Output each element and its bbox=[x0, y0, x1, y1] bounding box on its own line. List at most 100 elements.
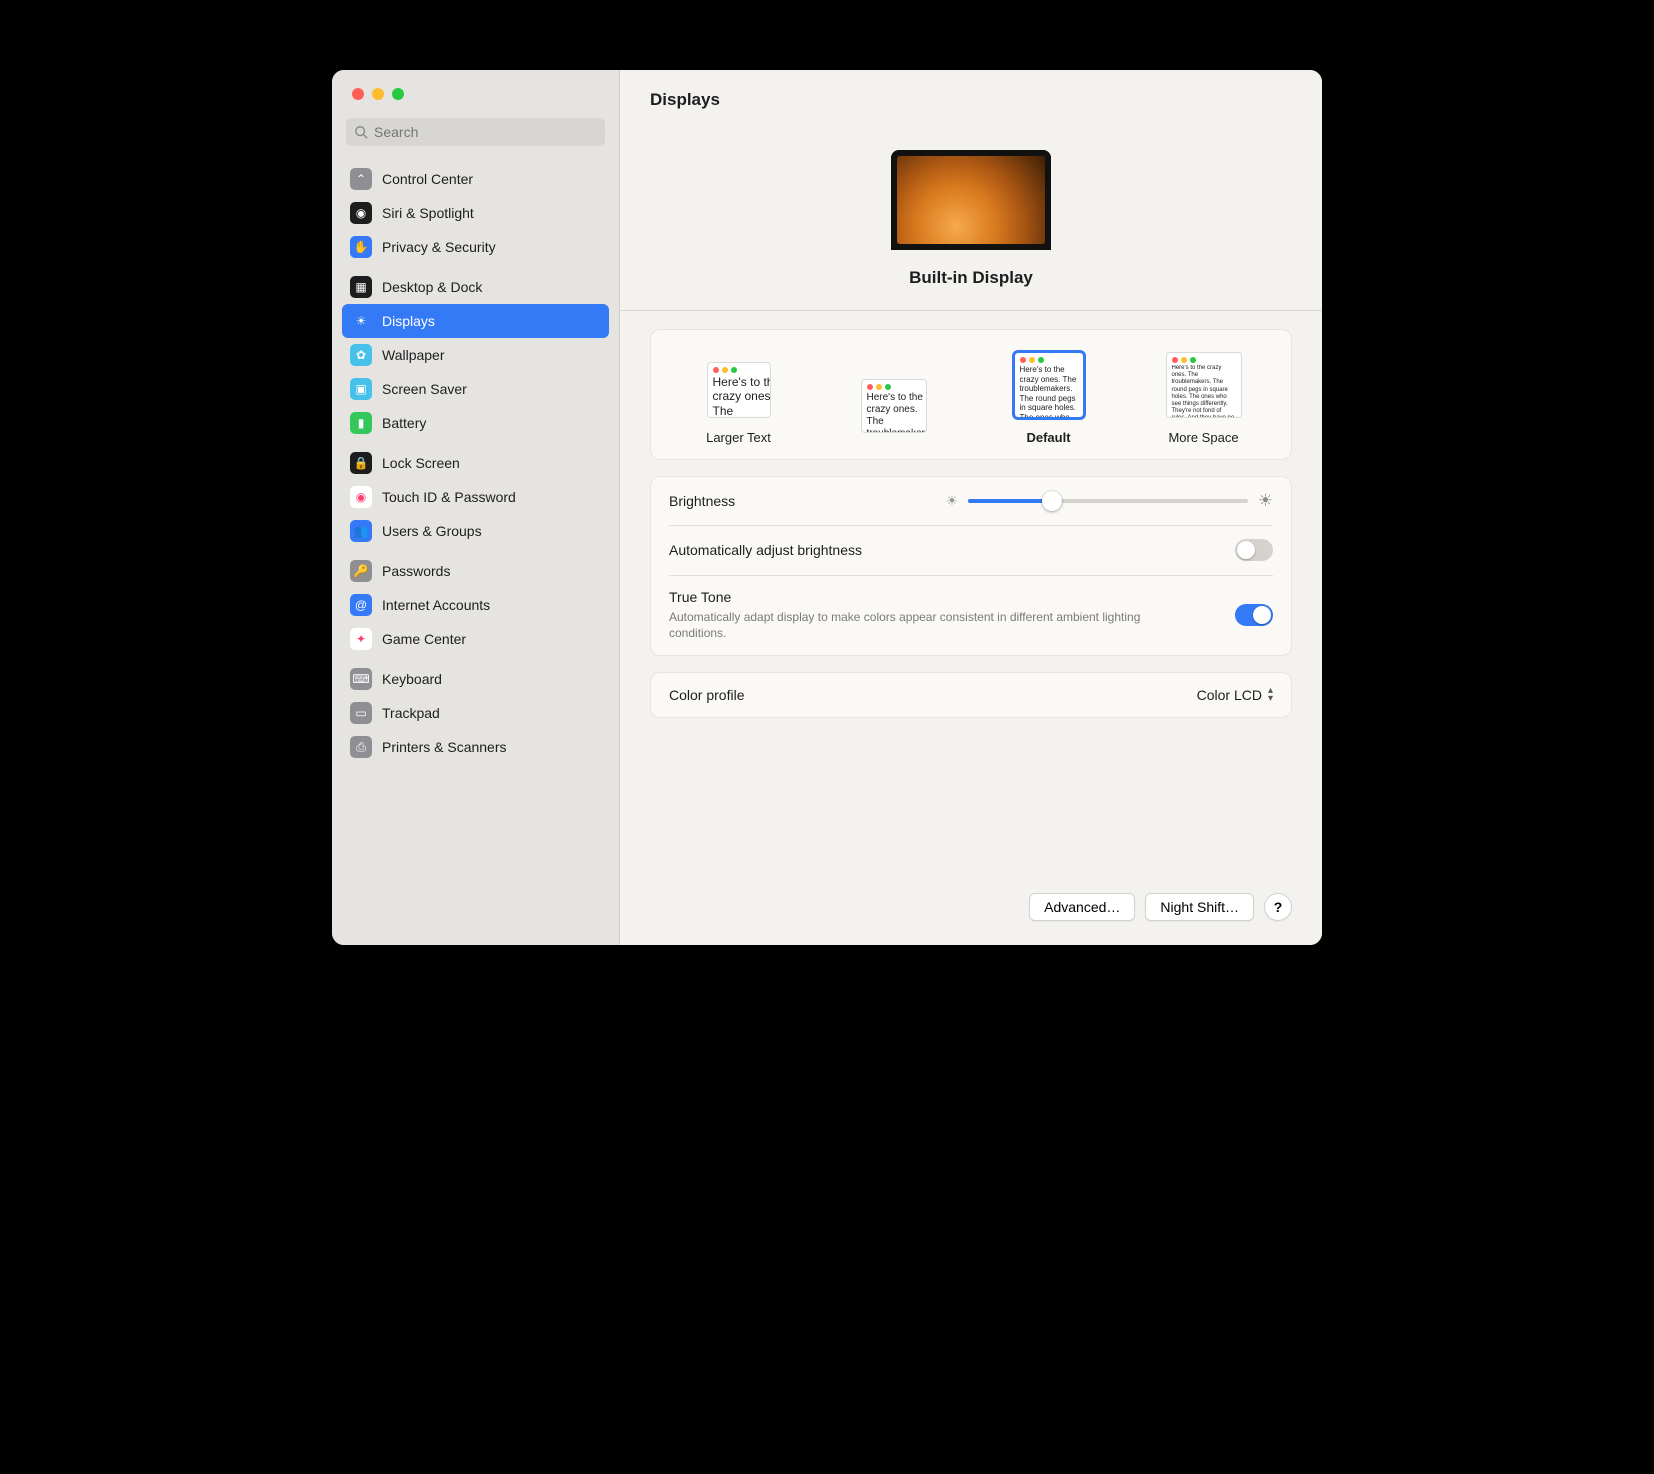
sidebar-item-label: Lock Screen bbox=[382, 455, 460, 471]
key-icon: 🔑 bbox=[350, 560, 372, 582]
sidebar-item-label: Users & Groups bbox=[382, 523, 482, 539]
sidebar-item-label: Control Center bbox=[382, 171, 473, 187]
sidebar-item-screen-saver[interactable]: ▣ Screen Saver bbox=[342, 372, 609, 406]
sidebar-item-siri-spotlight[interactable]: ◉ Siri & Spotlight bbox=[342, 196, 609, 230]
resolution-option-2[interactable]: Here's to the crazy ones. The troublemak… bbox=[971, 352, 1126, 445]
gamecenter-icon: ✦ bbox=[350, 628, 372, 650]
resolution-thumb-icon: Here's to the crazy ones. The troublemak… bbox=[707, 362, 771, 418]
sidebar-item-label: Desktop & Dock bbox=[382, 279, 482, 295]
resolution-option-label: Larger Text bbox=[661, 430, 816, 445]
sidebar-item-touch-id-password[interactable]: ◉ Touch ID & Password bbox=[342, 480, 609, 514]
search-field[interactable] bbox=[346, 118, 605, 146]
resolution-option-3[interactable]: Here's to the crazy ones. The troublemak… bbox=[1126, 352, 1281, 445]
printer-icon: ⎙ bbox=[350, 736, 372, 758]
sidebar-item-label: Displays bbox=[382, 313, 435, 329]
laptop-icon bbox=[891, 150, 1051, 250]
page-title: Displays bbox=[620, 70, 1322, 120]
sidebar-item-label: Wallpaper bbox=[382, 347, 445, 363]
color-profile-card: Color profile Color LCD ▴▾ bbox=[650, 672, 1292, 718]
screensaver-icon: ▣ bbox=[350, 378, 372, 400]
minimize-window-button[interactable] bbox=[372, 88, 384, 100]
search-input[interactable] bbox=[374, 124, 597, 140]
color-profile-value: Color LCD bbox=[1197, 687, 1262, 703]
night-shift-button[interactable]: Night Shift… bbox=[1145, 893, 1254, 921]
resolution-thumb-icon: Here's to the crazy ones. The troublemak… bbox=[1166, 352, 1242, 418]
fingerprint-icon: ◉ bbox=[350, 486, 372, 508]
window-controls bbox=[332, 70, 619, 100]
resolution-option-label: Default bbox=[971, 430, 1126, 445]
sidebar-item-displays[interactable]: ☀ Displays bbox=[342, 304, 609, 338]
sidebar-item-users-groups[interactable]: 👥 Users & Groups bbox=[342, 514, 609, 548]
zoom-window-button[interactable] bbox=[392, 88, 404, 100]
sidebar-item-label: Printers & Scanners bbox=[382, 739, 507, 755]
brightness-card: Brightness ☀ ☀ Automatically adjust brig… bbox=[650, 476, 1292, 656]
sidebar-item-desktop-dock[interactable]: ▦ Desktop & Dock bbox=[342, 270, 609, 304]
sidebar-item-label: Siri & Spotlight bbox=[382, 205, 474, 221]
footer-buttons: Advanced… Night Shift… ? bbox=[620, 889, 1322, 945]
sidebar-item-label: Game Center bbox=[382, 631, 466, 647]
display-preview: Built-in Display bbox=[620, 120, 1322, 310]
true-tone-label: True Tone bbox=[669, 589, 1235, 605]
at-icon: @ bbox=[350, 594, 372, 616]
battery-icon: ▮ bbox=[350, 412, 372, 434]
brightness-knob[interactable] bbox=[1042, 491, 1062, 511]
keyboard-icon: ⌨ bbox=[350, 668, 372, 690]
resolution-option-0[interactable]: Here's to the crazy ones. The troublemak… bbox=[661, 362, 816, 445]
brightness-row: Brightness ☀ ☀ bbox=[651, 477, 1291, 525]
sidebar-item-label: Trackpad bbox=[382, 705, 440, 721]
brightness-slider[interactable] bbox=[968, 499, 1248, 503]
sidebar-item-wallpaper[interactable]: ✿ Wallpaper bbox=[342, 338, 609, 372]
auto-brightness-row: Automatically adjust brightness bbox=[651, 525, 1291, 575]
trackpad-icon: ▭ bbox=[350, 702, 372, 724]
sidebar-item-label: Screen Saver bbox=[382, 381, 467, 397]
color-profile-select[interactable]: Color LCD ▴▾ bbox=[1197, 687, 1273, 703]
chevron-up-down-icon: ▴▾ bbox=[1268, 687, 1273, 703]
auto-brightness-toggle[interactable] bbox=[1235, 539, 1273, 561]
sidebar-item-keyboard[interactable]: ⌨ Keyboard bbox=[342, 662, 609, 696]
true-tone-description: Automatically adapt display to make colo… bbox=[669, 609, 1189, 641]
sidebar-item-control-center[interactable]: ⌃ Control Center bbox=[342, 162, 609, 196]
sidebar-item-printers-scanners[interactable]: ⎙ Printers & Scanners bbox=[342, 730, 609, 764]
sidebar-item-label: Touch ID & Password bbox=[382, 489, 516, 505]
advanced-button[interactable]: Advanced… bbox=[1029, 893, 1135, 921]
sidebar-item-label: Internet Accounts bbox=[382, 597, 490, 613]
brightness-icon: ☀ bbox=[350, 310, 372, 332]
close-window-button[interactable] bbox=[352, 88, 364, 100]
sidebar-item-trackpad[interactable]: ▭ Trackpad bbox=[342, 696, 609, 730]
main-pane: Displays Built-in Display Here's to the … bbox=[620, 70, 1322, 945]
system-settings-window: ⌃ Control Center ◉ Siri & Spotlight ✋ Privacy… bbox=[332, 70, 1322, 945]
sidebar-item-privacy-security[interactable]: ✋ Privacy & Security bbox=[342, 230, 609, 264]
sidebar-item-label: Keyboard bbox=[382, 671, 442, 687]
brightness-label: Brightness bbox=[669, 493, 946, 509]
color-profile-row: Color profile Color LCD ▴▾ bbox=[651, 673, 1291, 717]
sidebar-item-label: Privacy & Security bbox=[382, 239, 496, 255]
dock-icon: ▦ bbox=[350, 276, 372, 298]
resolution-thumb-icon: Here's to the crazy ones. The troublemak… bbox=[1014, 352, 1084, 418]
siri-icon: ◉ bbox=[350, 202, 372, 224]
display-name: Built-in Display bbox=[620, 268, 1322, 288]
sidebar-item-game-center[interactable]: ✦ Game Center bbox=[342, 622, 609, 656]
sidebar: ⌃ Control Center ◉ Siri & Spotlight ✋ Privacy… bbox=[332, 70, 620, 945]
auto-brightness-label: Automatically adjust brightness bbox=[669, 542, 1235, 558]
help-button[interactable]: ? bbox=[1264, 893, 1292, 921]
sidebar-nav: ⌃ Control Center ◉ Siri & Spotlight ✋ Privacy… bbox=[332, 156, 619, 764]
true-tone-toggle[interactable] bbox=[1235, 604, 1273, 626]
sidebar-item-passwords[interactable]: 🔑 Passwords bbox=[342, 554, 609, 588]
users-icon: 👥 bbox=[350, 520, 372, 542]
true-tone-row: True Tone Automatically adapt display to… bbox=[651, 575, 1291, 655]
brightness-low-icon: ☀ bbox=[946, 493, 958, 509]
search-icon bbox=[354, 125, 368, 139]
wallpaper-icon: ✿ bbox=[350, 344, 372, 366]
resolution-option-1[interactable]: Here's to the crazy ones. The troublemak… bbox=[816, 379, 971, 433]
resolution-card: Here's to the crazy ones. The troublemak… bbox=[650, 329, 1292, 460]
sidebar-item-lock-screen[interactable]: 🔒 Lock Screen bbox=[342, 446, 609, 480]
resolution-option-label: More Space bbox=[1126, 430, 1281, 445]
hand-icon: ✋ bbox=[350, 236, 372, 258]
lock-icon: 🔒 bbox=[350, 452, 372, 474]
sidebar-item-battery[interactable]: ▮Battery bbox=[342, 406, 609, 440]
control-center-icon: ⌃ bbox=[350, 168, 372, 190]
sidebar-item-label: Passwords bbox=[382, 563, 450, 579]
brightness-high-icon: ☀ bbox=[1258, 491, 1273, 511]
color-profile-label: Color profile bbox=[669, 687, 1197, 703]
sidebar-item-internet-accounts[interactable]: @ Internet Accounts bbox=[342, 588, 609, 622]
